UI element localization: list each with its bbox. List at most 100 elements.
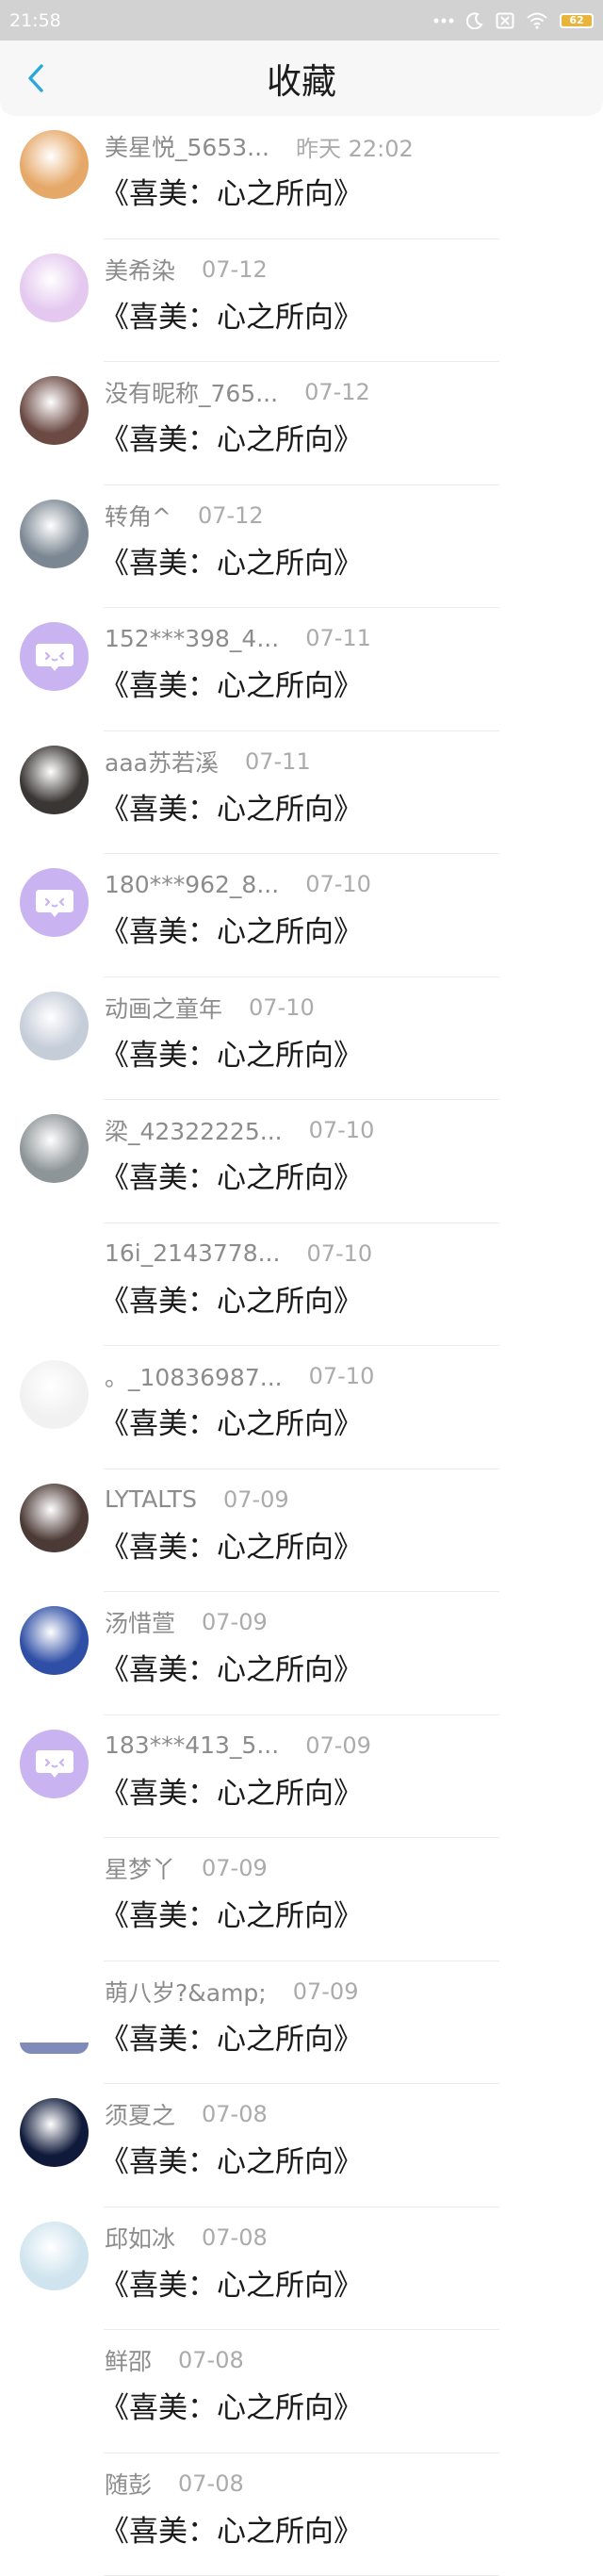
default-chat-avatar[interactable]	[20, 868, 89, 937]
avatar-placeholder[interactable]	[20, 2344, 89, 2413]
default-chat-avatar[interactable]	[20, 1730, 89, 1798]
user-name[interactable]: aaa苏若溪	[105, 745, 219, 779]
cartoon-girl-avatar[interactable]	[20, 130, 89, 199]
item-time: 昨天 22:02	[296, 130, 414, 163]
list-item[interactable]: 美星悦_5653... 昨天 22:02 《喜美：心之所向》	[0, 116, 603, 239]
back-button[interactable]	[17, 59, 55, 97]
user-name[interactable]: LYTALTS	[105, 1485, 197, 1513]
user-name[interactable]: 汤惜萱	[105, 1605, 175, 1639]
item-meta: 180***962_8... 07-10	[105, 868, 371, 900]
user-name[interactable]: 须夏之	[105, 2097, 175, 2131]
list-item[interactable]: aaa苏若溪07-11《喜美：心之所向》	[0, 731, 603, 855]
list-item[interactable]: 鲜邵07-08《喜美：心之所向》	[0, 2330, 603, 2453]
list-item[interactable]: 须夏之07-08 《喜美：心之所向》	[0, 2084, 603, 2207]
list-item[interactable]: 183***413_5... 07-09 《喜美：心之所向》	[0, 1715, 603, 1839]
list-item[interactable]: 星梦丫07-09《喜美：心之所向》	[0, 1838, 603, 1961]
item-meta: 须夏之07-08	[105, 2098, 268, 2130]
anime-purple-avatar[interactable]	[20, 254, 89, 322]
list-item[interactable]: 萌八岁?&amp; 07-09 《喜美：心之所向》	[0, 1961, 603, 2085]
work-title[interactable]: 《喜美：心之所向》	[100, 416, 363, 458]
avatar-placeholder[interactable]	[20, 1852, 89, 1921]
list-item[interactable]: 152***398_4... 07-11 《喜美：心之所向》	[0, 608, 603, 731]
user-name[interactable]: 。_10836987...	[105, 1359, 283, 1393]
list-item[interactable]: 。_10836987...07-10 《喜美：心之所向》	[0, 1346, 603, 1469]
work-title[interactable]: 《喜美：心之所向》	[100, 2015, 363, 2058]
item-time: 07-09	[293, 1978, 359, 2005]
list-item[interactable]: 16i_2143778... 07-10 《喜美：心之所向》	[0, 1223, 603, 1347]
work-title[interactable]: 《喜美：心之所向》	[100, 1892, 363, 1934]
night-sky-avatar[interactable]	[20, 2098, 89, 2167]
item-meta: 152***398_4... 07-11	[105, 622, 371, 654]
user-name[interactable]: 星梦丫	[105, 1851, 175, 1885]
faded-text-avatar[interactable]	[20, 1360, 89, 1429]
work-title[interactable]: 《喜美：心之所向》	[100, 2507, 363, 2550]
avatar-placeholder[interactable]	[20, 2468, 89, 2536]
item-meta: 邱如冰 07-08	[105, 2222, 268, 2254]
girl-dark-photo-avatar[interactable]	[20, 746, 89, 814]
work-title[interactable]: 《喜美：心之所向》	[100, 1400, 363, 1442]
user-name[interactable]: 没有昵称_765...	[105, 375, 278, 409]
list-item[interactable]: 汤惜萱07-09《喜美：心之所向》	[0, 1592, 603, 1715]
list-item[interactable]: LYTALTS 07-09 《喜美：心之所向》	[0, 1469, 603, 1593]
user-name[interactable]: 美希染	[105, 253, 175, 287]
girl-portrait-avatar[interactable]	[20, 1484, 89, 1552]
list-item[interactable]: 转角^07-12《喜美：心之所向》	[0, 485, 603, 609]
list-item[interactable]: 随彭07-08《喜美：心之所向》	[0, 2453, 603, 2576]
list-item[interactable]: 美希染07-12《喜美：心之所向》	[0, 239, 603, 363]
user-name[interactable]: 萌八岁?&amp;	[105, 1975, 267, 2009]
user-name[interactable]: 动画之童年	[105, 991, 222, 1025]
work-title[interactable]: 《喜美：心之所向》	[100, 1523, 363, 1566]
page-title: 收藏	[0, 53, 603, 104]
item-meta: 183***413_5... 07-09	[105, 1730, 371, 1762]
list-item[interactable]: 没有昵称_765...07-12《喜美：心之所向》	[0, 362, 603, 485]
user-name[interactable]: 鲜邵	[105, 2343, 152, 2377]
list-item[interactable]: 邱如冰 07-08 《喜美：心之所向》	[0, 2207, 603, 2331]
work-title[interactable]: 《喜美：心之所向》	[100, 1154, 363, 1196]
partial-avatar[interactable]	[20, 2043, 89, 2054]
work-title[interactable]: 《喜美：心之所向》	[100, 662, 363, 704]
beach-photo-avatar[interactable]	[20, 500, 89, 568]
user-name[interactable]: 随彭	[105, 2467, 152, 2501]
list-item[interactable]: 180***962_8... 07-10 《喜美：心之所向》	[0, 854, 603, 977]
user-name[interactable]: 美星悦_5653...	[105, 129, 269, 163]
item-time: 07-11	[305, 625, 371, 651]
work-title[interactable]: 《喜美：心之所向》	[100, 1646, 363, 1688]
item-meta: 。_10836987...07-10	[105, 1360, 374, 1392]
work-title[interactable]: 《喜美：心之所向》	[100, 293, 363, 336]
user-name[interactable]: 邱如冰	[105, 2221, 175, 2255]
item-time: 07-10	[249, 994, 315, 1021]
work-title[interactable]: 《喜美：心之所向》	[100, 1031, 363, 1074]
item-time: 07-09	[305, 1732, 371, 1759]
nav-bar: 收藏	[0, 41, 603, 116]
item-time: 07-08	[202, 2224, 268, 2251]
avatar-placeholder[interactable]	[20, 1238, 89, 1306]
work-title[interactable]: 《喜美：心之所向》	[100, 170, 363, 212]
work-title[interactable]: 《喜美：心之所向》	[100, 2261, 363, 2304]
girl-photo-avatar[interactable]	[20, 376, 89, 445]
item-time: 07-10	[305, 871, 371, 897]
status-time: 21:58	[9, 10, 61, 31]
work-title[interactable]: 《喜美：心之所向》	[100, 539, 363, 582]
blue-balloon-avatar[interactable]	[20, 1606, 89, 1675]
work-title[interactable]: 《喜美：心之所向》	[100, 908, 363, 950]
work-title[interactable]: 《喜美：心之所向》	[100, 2138, 363, 2180]
item-time: 07-09	[223, 1486, 289, 1513]
item-time: 07-10	[306, 1240, 372, 1267]
user-name[interactable]: 16i_2143778...	[105, 1239, 280, 1267]
work-title[interactable]: 《喜美：心之所向》	[100, 785, 363, 828]
user-name[interactable]: 梁_42322225...	[105, 1113, 283, 1147]
user-name[interactable]: 183***413_5...	[105, 1731, 279, 1759]
user-name[interactable]: 转角^	[105, 499, 171, 533]
flower-photo-avatar[interactable]	[20, 2222, 89, 2290]
list-item[interactable]: 梁_42322225...07-10《喜美：心之所向》	[0, 1100, 603, 1223]
user-name[interactable]: 180***962_8...	[105, 871, 279, 898]
work-title[interactable]: 《喜美：心之所向》	[100, 1277, 363, 1320]
sky-photo-avatar[interactable]	[20, 992, 89, 1060]
item-meta: 美星悦_5653... 昨天 22:02	[105, 130, 414, 162]
list-item[interactable]: 动画之童年 07-10 《喜美：心之所向》	[0, 977, 603, 1101]
default-chat-avatar[interactable]	[20, 622, 89, 691]
work-title[interactable]: 《喜美：心之所向》	[100, 1769, 363, 1812]
user-name[interactable]: 152***398_4...	[105, 625, 279, 652]
cloud-photo-avatar[interactable]	[20, 1114, 89, 1183]
work-title[interactable]: 《喜美：心之所向》	[100, 2384, 363, 2426]
